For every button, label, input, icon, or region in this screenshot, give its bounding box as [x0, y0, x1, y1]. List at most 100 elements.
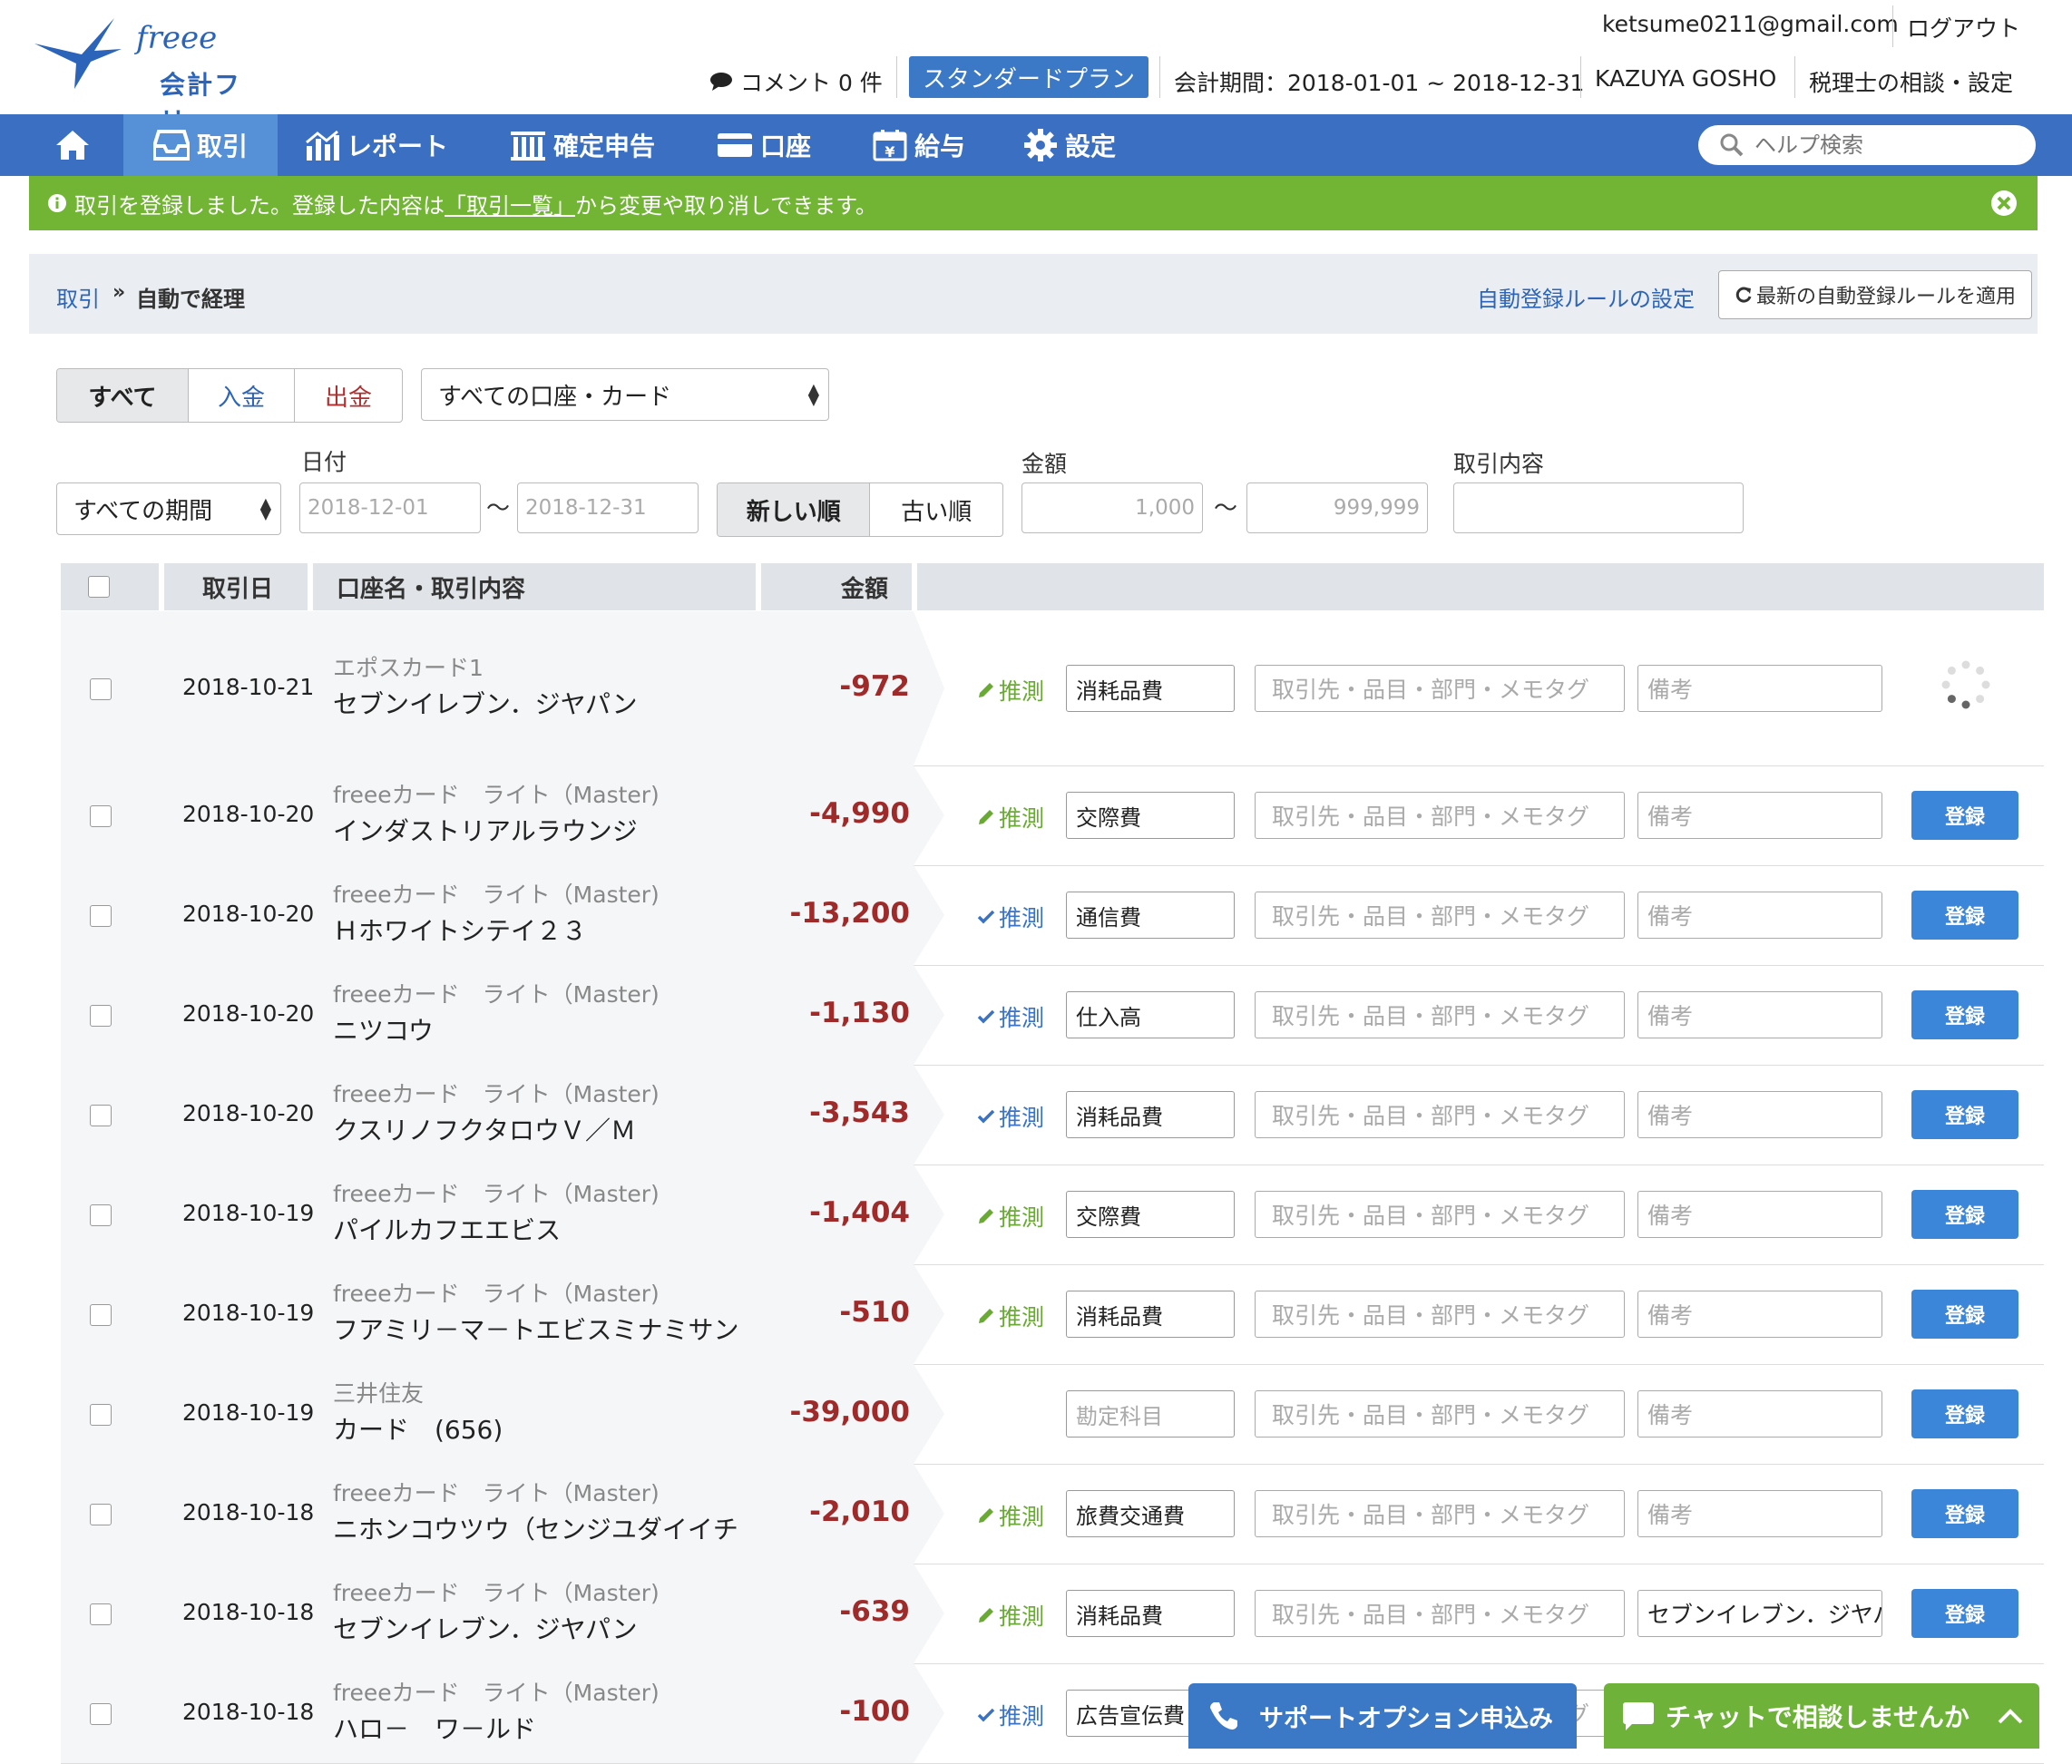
- chevron-up-icon[interactable]: [1997, 1707, 2024, 1725]
- register-label: 登録: [1944, 1006, 1985, 1028]
- fiscal-period[interactable]: 会計期間：2018-01-01 ~ 2018-12-31: [1174, 65, 1584, 98]
- memo-input[interactable]: セブンイレブン．ジヤパ: [1637, 1590, 1882, 1637]
- account-category-input[interactable]: 勘定科目: [1066, 1390, 1235, 1438]
- content-search-input[interactable]: [1453, 482, 1744, 533]
- nav-reports[interactable]: レポート: [305, 114, 448, 176]
- alert-text: から変更や取り消しできます。: [575, 192, 877, 219]
- register-button[interactable]: 登録: [1911, 791, 2018, 840]
- register-button[interactable]: 登録: [1911, 1489, 2018, 1538]
- row-checkbox[interactable]: [90, 1404, 112, 1426]
- nav-accounts[interactable]: 口座: [717, 114, 811, 176]
- account-select[interactable]: すべての口座・カード ▲ ▼: [421, 368, 829, 421]
- register-button[interactable]: 登録: [1911, 1090, 2018, 1139]
- row-checkbox[interactable]: [90, 678, 112, 700]
- tab-newest[interactable]: 新しい順: [718, 483, 871, 536]
- chat-bar[interactable]: チャットで相談しませんか: [1604, 1683, 2039, 1749]
- row-checkbox[interactable]: [90, 1504, 112, 1525]
- row-checkbox[interactable]: [90, 1005, 112, 1027]
- comment-link[interactable]: コメント 0 件: [709, 65, 883, 98]
- row-checkbox[interactable]: [90, 905, 112, 927]
- row-checkbox[interactable]: [90, 1603, 112, 1625]
- account-category-input[interactable]: 通信費: [1066, 892, 1235, 939]
- row-checkbox[interactable]: [90, 1703, 112, 1725]
- user-name[interactable]: KAZUYA GOSHO: [1595, 65, 1776, 92]
- tag-input[interactable]: 取引先・品目・部門・メモタグ: [1255, 1590, 1625, 1637]
- date-from-input[interactable]: 2018-12-01: [299, 482, 481, 533]
- tab-withdrawal[interactable]: 出金: [295, 369, 402, 422]
- apply-rules-button[interactable]: 最新の自動登録ルールを適用: [1718, 270, 2032, 319]
- nav-tax-return[interactable]: 確定申告: [510, 114, 655, 176]
- nav-transactions[interactable]: 取引: [123, 114, 278, 176]
- plan-badge[interactable]: スタンダードプラン: [909, 56, 1148, 98]
- freee-logo[interactable]: freee 会計フリー: [27, 13, 263, 136]
- category-value: 消耗品費: [1076, 1303, 1163, 1330]
- memo-input[interactable]: 備考: [1637, 792, 1882, 839]
- guess-indicator: 推測: [977, 674, 1044, 707]
- account-category-input[interactable]: 消耗品費: [1066, 1590, 1235, 1637]
- row-checkbox[interactable]: [90, 1105, 112, 1126]
- row-checkbox[interactable]: [90, 1304, 112, 1326]
- register-label: 登録: [1944, 1405, 1985, 1428]
- period-select[interactable]: すべての期間 ▲ ▼: [56, 482, 281, 535]
- account-category-input[interactable]: 旅費交通費: [1066, 1490, 1235, 1537]
- help-search-input[interactable]: [1753, 132, 2028, 159]
- close-icon[interactable]: [1990, 190, 2018, 217]
- account-category-input[interactable]: 消耗品費: [1066, 665, 1235, 712]
- memo-placeholder: 備考: [1647, 1302, 1694, 1329]
- register-button[interactable]: 登録: [1911, 990, 2018, 1039]
- nav-label: 取引: [196, 132, 248, 161]
- tag-input[interactable]: 取引先・品目・部門・メモタグ: [1255, 1490, 1625, 1537]
- account-category-input[interactable]: 消耗品費: [1066, 1291, 1235, 1338]
- auto-rule-settings-link[interactable]: 自動登録ルールの設定: [1477, 281, 1695, 313]
- help-search-box[interactable]: [1698, 125, 2036, 165]
- tag-input[interactable]: 取引先・品目・部門・メモタグ: [1255, 792, 1625, 839]
- register-button[interactable]: 登録: [1911, 891, 2018, 940]
- account-category-input[interactable]: 消耗品費: [1066, 1091, 1235, 1138]
- tag-input[interactable]: 取引先・品目・部門・メモタグ: [1255, 1091, 1625, 1138]
- memo-input[interactable]: 備考: [1637, 1390, 1882, 1438]
- account-category-input[interactable]: 仕入高: [1066, 991, 1235, 1038]
- transaction-list-link[interactable]: 「取引一覧」: [445, 188, 575, 219]
- nav-payroll[interactable]: ¥ 給与: [873, 114, 965, 176]
- row-checkbox[interactable]: [90, 805, 112, 827]
- breadcrumb-transactions[interactable]: 取引: [56, 281, 100, 313]
- memo-input[interactable]: 備考: [1637, 665, 1882, 712]
- date-to-input[interactable]: 2018-12-31: [517, 482, 699, 533]
- tag-input[interactable]: 取引先・品目・部門・メモタグ: [1255, 1390, 1625, 1438]
- tag-input[interactable]: 取引先・品目・部門・メモタグ: [1255, 665, 1625, 712]
- tag-input[interactable]: 取引先・品目・部門・メモタグ: [1255, 1191, 1625, 1238]
- register-button[interactable]: 登録: [1911, 1589, 2018, 1638]
- memo-input[interactable]: 備考: [1637, 1291, 1882, 1338]
- row-checkbox[interactable]: [90, 1204, 112, 1226]
- tag-input[interactable]: 取引先・品目・部門・メモタグ: [1255, 1291, 1625, 1338]
- memo-input[interactable]: 備考: [1637, 1191, 1882, 1238]
- register-button[interactable]: 登録: [1911, 1290, 2018, 1339]
- select-all-checkbox[interactable]: [88, 576, 110, 598]
- memo-input[interactable]: 備考: [1637, 991, 1882, 1038]
- nav-home[interactable]: [47, 114, 105, 176]
- support-option-bar[interactable]: サポートオプション申込み: [1188, 1683, 1577, 1749]
- register-button[interactable]: 登録: [1911, 1190, 2018, 1239]
- memo-input[interactable]: 備考: [1637, 892, 1882, 939]
- amount-label: 金額: [1021, 451, 1068, 477]
- tag-input[interactable]: 取引先・品目・部門・メモタグ: [1255, 991, 1625, 1038]
- logout-link[interactable]: ログアウト: [1907, 11, 2020, 44]
- amount-to-input[interactable]: 999,999: [1246, 482, 1428, 533]
- register-button[interactable]: 登録: [1911, 1389, 2018, 1438]
- top-header: freee 会計フリー ketsume0211@gmail.com ログアウト …: [0, 0, 2072, 136]
- tab-deposit[interactable]: 入金: [189, 369, 295, 422]
- calendar-yen-icon: ¥: [873, 130, 907, 161]
- memo-input[interactable]: 備考: [1637, 1490, 1882, 1537]
- tab-oldest[interactable]: 古い順: [870, 483, 1002, 536]
- date-label: 日付: [301, 449, 347, 475]
- breadcrumb-current: 自動で経理: [136, 287, 245, 312]
- tax-advisor-link[interactable]: 税理士の相談・設定: [1809, 65, 2013, 98]
- nav-settings[interactable]: 設定: [1023, 114, 1116, 176]
- amount-from-input[interactable]: 1,000: [1021, 482, 1203, 533]
- tab-all[interactable]: すべて: [57, 369, 189, 422]
- account-category-input[interactable]: 交際費: [1066, 1191, 1235, 1238]
- tag-input[interactable]: 取引先・品目・部門・メモタグ: [1255, 892, 1625, 939]
- memo-input[interactable]: 備考: [1637, 1091, 1882, 1138]
- account-category-input[interactable]: 交際費: [1066, 792, 1235, 839]
- transaction-type-tabs: すべて 入金 出金: [56, 368, 403, 423]
